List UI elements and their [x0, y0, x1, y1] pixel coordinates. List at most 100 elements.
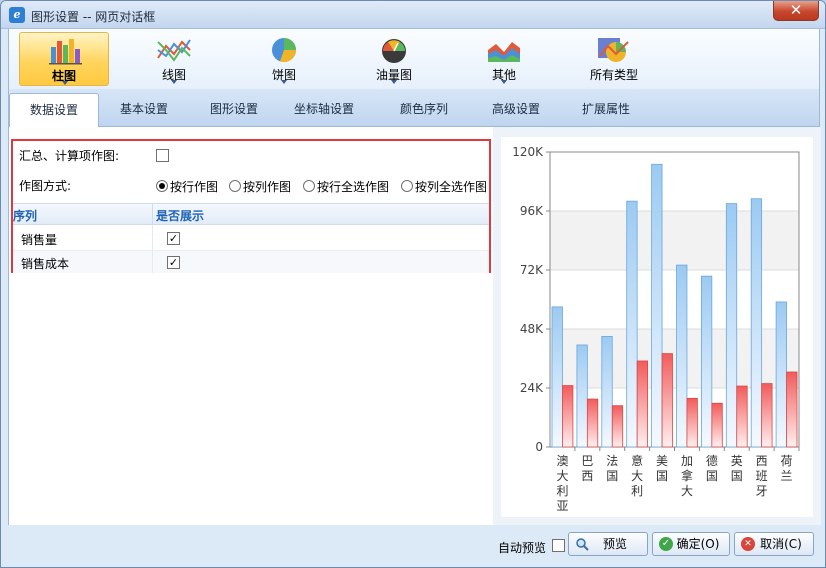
y-tick-label: 120K [512, 145, 544, 159]
bar-sales-cost[interactable] [586, 398, 599, 448]
column-divider [152, 251, 153, 273]
x-tick-label-char: 牙 [756, 484, 768, 498]
radio-by-row[interactable] [156, 180, 168, 192]
bar-sales-cost[interactable] [711, 402, 723, 448]
tab-axis-settings[interactable]: 坐标轴设置 [279, 93, 369, 127]
bar-sales-cost[interactable] [611, 405, 624, 448]
tab-extended-properties[interactable]: 扩展属性 [561, 93, 651, 127]
x-tick-label-char: 意 [631, 453, 643, 468]
highlight-box: 汇总、计算项作图: 作图方式: 按行作图 按列作图 按行全选作图 按列全选作图 … [11, 139, 491, 273]
bar-sales-cost[interactable] [661, 353, 673, 448]
x-tick-label: 巴西 [581, 454, 593, 483]
chart-type-toolbar: 柱图 线图 饼图 油量图 其他 所有类型 [8, 29, 820, 89]
tab-advanced-settings[interactable]: 高级设置 [471, 93, 561, 127]
summary-label: 汇总、计算项作图: [19, 149, 120, 163]
chart-type-all-button[interactable]: 所有类型 [569, 32, 659, 86]
bar-sales-volume[interactable] [626, 200, 638, 448]
bar-sales-volume[interactable] [601, 335, 613, 448]
x-tick-label-char: 拿 [681, 468, 693, 483]
bar-sales-volume[interactable] [750, 198, 763, 448]
title-bar[interactable]: e 图形设置 -- 网页对话框 ✕ [1, 1, 825, 29]
show-column-header[interactable]: 是否展示 [156, 207, 204, 224]
x-tick-label-char: 巴 [581, 454, 593, 468]
line-chart-icon [157, 39, 191, 62]
radio-by-column-all-label[interactable]: 按列全选作图 [415, 178, 487, 195]
x-tick-label: 法国 [606, 454, 618, 483]
chart-type-label: 所有类型 [589, 68, 638, 82]
bar-sales-cost[interactable] [761, 383, 773, 448]
auto-preview-checkbox[interactable] [552, 539, 565, 552]
bar-chart-icon [49, 39, 82, 65]
x-tick-label-char: 西 [581, 469, 593, 483]
y-tick-label: 0 [535, 440, 543, 454]
show-checkbox[interactable]: ✓ [167, 232, 180, 245]
x-tick-label-char: 国 [731, 469, 743, 483]
chart-type-other-button[interactable]: 其他 [459, 32, 549, 86]
chart-type-pie-button[interactable]: 饼图 [239, 32, 329, 86]
radio-by-row-all-label[interactable]: 按行全选作图 [317, 178, 389, 195]
ok-button-label: 确定(O) [676, 537, 720, 551]
x-tick-label-char: 法 [606, 454, 618, 468]
radio-by-row-label[interactable]: 按行作图 [170, 178, 218, 195]
bar-sales-volume[interactable] [725, 203, 738, 448]
table-row[interactable]: 销售成本 ✓ [13, 251, 489, 273]
bar-sales-volume[interactable] [775, 301, 787, 448]
x-tick-label-char: 国 [656, 469, 668, 483]
chart-type-gauge-button[interactable]: 油量图 [349, 32, 439, 86]
radio-by-column[interactable] [229, 180, 241, 192]
chart-preview-panel: 0 24K 48K 72K 96K 120K 澳大利亚 巴西 法国 意大利 美国 加拿大 德国 英国 西班牙… [493, 127, 821, 525]
bar-sales-cost[interactable] [562, 385, 574, 448]
column-divider [152, 225, 153, 251]
show-checkbox[interactable]: ✓ [167, 256, 180, 269]
bar-sales-volume[interactable] [551, 306, 563, 448]
radio-by-row-all[interactable] [303, 180, 315, 192]
preview-button[interactable]: 预览 [568, 532, 648, 556]
dialog-footer: 自动预览 预览 ✓ 确定(O) ✕ 取消(C) [8, 525, 820, 567]
bar-sales-volume[interactable] [651, 163, 663, 448]
tab-color-series[interactable]: 颜色序列 [379, 93, 469, 127]
radio-by-column-all[interactable] [401, 180, 413, 192]
x-tick-label-char: 美 [656, 454, 668, 468]
y-tick-label: 48K [520, 322, 544, 336]
x-tick-label: 荷兰 [781, 454, 793, 483]
bar-sales-cost[interactable] [686, 397, 698, 448]
tab-basic-settings[interactable]: 基本设置 [99, 93, 189, 127]
bar-sales-cost[interactable] [786, 371, 798, 448]
x-tick-label: 德国 [706, 453, 718, 483]
column-divider [152, 204, 153, 226]
cancel-button[interactable]: ✕ 取消(C) [734, 532, 814, 556]
chart-type-line-button[interactable]: 线图 [129, 32, 219, 86]
dialog-window: e 图形设置 -- 网页对话框 ✕ 柱图 线图 饼图 油量图 其他 所有类型 数… [0, 0, 826, 568]
table-row[interactable]: 销售量 ✓ [13, 225, 489, 251]
settings-tabs: 数据设置 基本设置 图形设置 坐标轴设置 颜色序列 高级设置 扩展属性 [8, 89, 820, 127]
all-types-icon [598, 38, 629, 62]
x-tick-label: 加拿大 [681, 454, 693, 498]
ie-icon: e [9, 7, 25, 23]
tab-graphic-settings[interactable]: 图形设置 [189, 93, 279, 127]
auto-preview-label: 自动预览 [498, 541, 547, 555]
cancel-button-label: 取消(C) [760, 537, 802, 551]
ok-button[interactable]: ✓ 确定(O) [652, 532, 730, 556]
x-tick-label-char: 荷 [781, 454, 793, 468]
x-tick-label-char: 德 [706, 453, 718, 468]
y-tick-label: 96K [520, 204, 544, 218]
x-tick-label: 意大利 [631, 453, 643, 498]
mode-label: 作图方式: [19, 179, 72, 193]
bar-sales-volume[interactable] [700, 275, 713, 448]
x-tick-label-char: 西 [756, 454, 768, 468]
radio-by-column-label[interactable]: 按列作图 [243, 178, 291, 195]
x-tick-label-char: 亚 [556, 499, 568, 513]
series-name: 销售成本 [21, 257, 70, 271]
chart-type-bar-button[interactable]: 柱图 [19, 32, 109, 86]
chevron-down-icon [171, 80, 177, 84]
bar-sales-volume[interactable] [676, 264, 688, 448]
y-tick-label: 24K [520, 381, 544, 395]
tab-data-settings[interactable]: 数据设置 [9, 93, 99, 127]
series-name: 销售量 [21, 233, 58, 247]
bar-sales-volume[interactable] [576, 344, 588, 448]
close-button[interactable]: ✕ [773, 1, 819, 21]
bar-sales-cost[interactable] [636, 360, 648, 448]
summary-checkbox[interactable] [156, 149, 169, 162]
bar-sales-cost[interactable] [736, 385, 748, 448]
series-column-header[interactable]: 序列 [13, 207, 37, 224]
